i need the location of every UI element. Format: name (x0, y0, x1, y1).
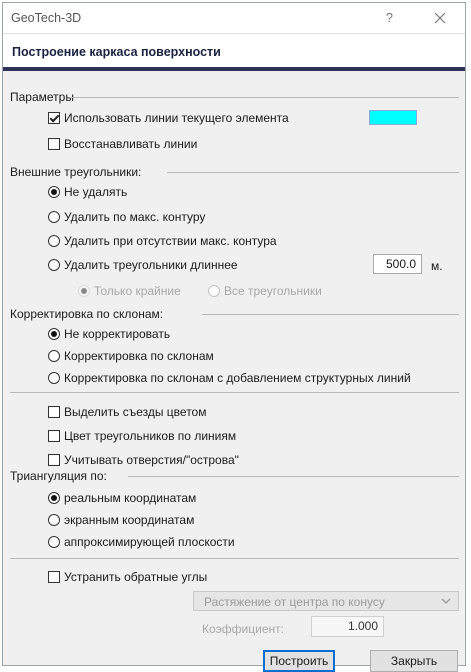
restore-lines-label: Восстанавливать линии (64, 137, 198, 151)
sub-option-only-edge[interactable]: Только крайние (78, 284, 181, 298)
dialog-header: Построение каркаса поверхности (3, 34, 465, 71)
checkbox-box[interactable] (48, 454, 60, 466)
reverse-angles-checkbox[interactable]: Устранить обратные углы (48, 570, 207, 584)
outer-option-label: Удалить по макс. контуру (64, 210, 206, 224)
use-lines-label: Использовать линии текущего элемента (64, 111, 289, 125)
close-button[interactable]: Закрыть (370, 650, 458, 672)
radio-button[interactable] (48, 211, 60, 223)
triang-option-label: аппроксимирующей плоскости (64, 535, 235, 549)
radio-button[interactable] (48, 328, 60, 340)
holes-islands-label: Учитывать отверстия/"острова" (64, 453, 239, 467)
restore-lines-checkbox[interactable]: Восстанавливать линии (48, 137, 197, 151)
radio-button[interactable] (48, 186, 60, 198)
divider (167, 172, 459, 173)
divider (128, 476, 459, 477)
outer-option-max-contour[interactable]: Удалить по макс. контуру (48, 210, 205, 224)
outer-option-no-contour[interactable]: Удалить при отсутствии макс. контура (48, 234, 277, 248)
slope-option-label: Не корректировать (64, 327, 171, 341)
color-by-lines-label: Цвет треугольников по линиям (64, 429, 237, 443)
chevron-down-icon (440, 595, 452, 607)
checkbox-box[interactable] (48, 571, 60, 583)
sub-option-label: Только крайние (94, 284, 181, 298)
close-icon[interactable] (429, 7, 451, 29)
group-outer-label: Внешние треугольники: (10, 165, 142, 179)
slope-option-structural[interactable]: Корректировка по склонам с добавлением с… (48, 371, 411, 385)
triang-option-label: реальным координатам (64, 491, 197, 505)
checkbox-box[interactable] (48, 430, 60, 442)
radio-button[interactable] (48, 514, 60, 526)
outer-option-label: Удалить треугольники длиннее (64, 258, 238, 272)
checkbox-box[interactable] (48, 112, 60, 124)
slope-option-label: Корректировка по склонам с добавлением с… (64, 371, 411, 385)
group-params-label: Параметры (10, 90, 74, 104)
highlight-ramps-checkbox[interactable]: Выделить съезды цветом (48, 405, 206, 419)
dialog-window: GeoTech-3D ? Построение каркаса поверхно… (2, 2, 466, 672)
radio-button[interactable] (48, 372, 60, 384)
outer-option-longer[interactable]: Удалить треугольники длиннее (48, 258, 238, 272)
outer-option-label: Не удалять (64, 185, 128, 199)
coefficient-label: Коэффициент: (202, 622, 284, 636)
reverse-mode-dropdown[interactable]: Растяжение от центра по конусу (193, 591, 459, 611)
sub-option-label: Все треугольники (224, 284, 322, 298)
radio-button[interactable] (208, 285, 220, 297)
divider (71, 97, 459, 98)
outer-option-label: Удалить при отсутствии макс. контура (64, 234, 277, 248)
radio-button[interactable] (48, 259, 60, 271)
divider (10, 558, 459, 559)
help-button[interactable]: ? (386, 10, 393, 25)
radio-button[interactable] (48, 492, 60, 504)
slope-option-slopes[interactable]: Корректировка по склонам (48, 349, 214, 363)
use-lines-checkbox[interactable]: Использовать линии текущего элемента (48, 111, 289, 125)
slope-option-label: Корректировка по склонам (64, 349, 214, 363)
triang-option-screen[interactable]: экранным координатам (48, 513, 194, 527)
triang-option-label: экранным координатам (64, 513, 195, 527)
slope-option-none[interactable]: Не корректировать (48, 327, 170, 341)
reverse-mode-value: Растяжение от центра по конусу (204, 595, 385, 609)
checkbox-box[interactable] (48, 138, 60, 150)
triang-option-real[interactable]: реальным координатам (48, 491, 196, 505)
length-unit: м. (431, 259, 443, 273)
radio-button[interactable] (48, 235, 60, 247)
radio-button[interactable] (48, 536, 60, 548)
holes-islands-checkbox[interactable]: Учитывать отверстия/"острова" (48, 453, 239, 467)
sub-option-all[interactable]: Все треугольники (208, 284, 322, 298)
header-divider (3, 67, 465, 71)
group-triang-label: Триангуляция по: (10, 469, 107, 483)
radio-button[interactable] (78, 285, 90, 297)
coefficient-input[interactable]: 1.000 (311, 616, 384, 637)
divider (202, 314, 459, 315)
outer-option-keep[interactable]: Не удалять (48, 185, 127, 199)
divider (10, 392, 459, 393)
header-title: Построение каркаса поверхности (12, 45, 221, 59)
build-button[interactable]: Построить (263, 650, 335, 672)
title-bar: GeoTech-3D ? (3, 3, 465, 34)
reverse-angles-label: Устранить обратные углы (64, 570, 208, 584)
group-slope-label: Корректировка по склонам: (10, 307, 164, 321)
max-length-input[interactable]: 500.0 (373, 254, 422, 274)
checkbox-box[interactable] (48, 406, 60, 418)
triang-option-plane[interactable]: аппроксимирующей плоскости (48, 535, 235, 549)
highlight-ramps-label: Выделить съезды цветом (64, 405, 207, 419)
window-title: GeoTech-3D (11, 11, 82, 25)
radio-button[interactable] (48, 350, 60, 362)
color-by-lines-checkbox[interactable]: Цвет треугольников по линиям (48, 429, 236, 443)
line-color-swatch[interactable] (369, 110, 417, 125)
